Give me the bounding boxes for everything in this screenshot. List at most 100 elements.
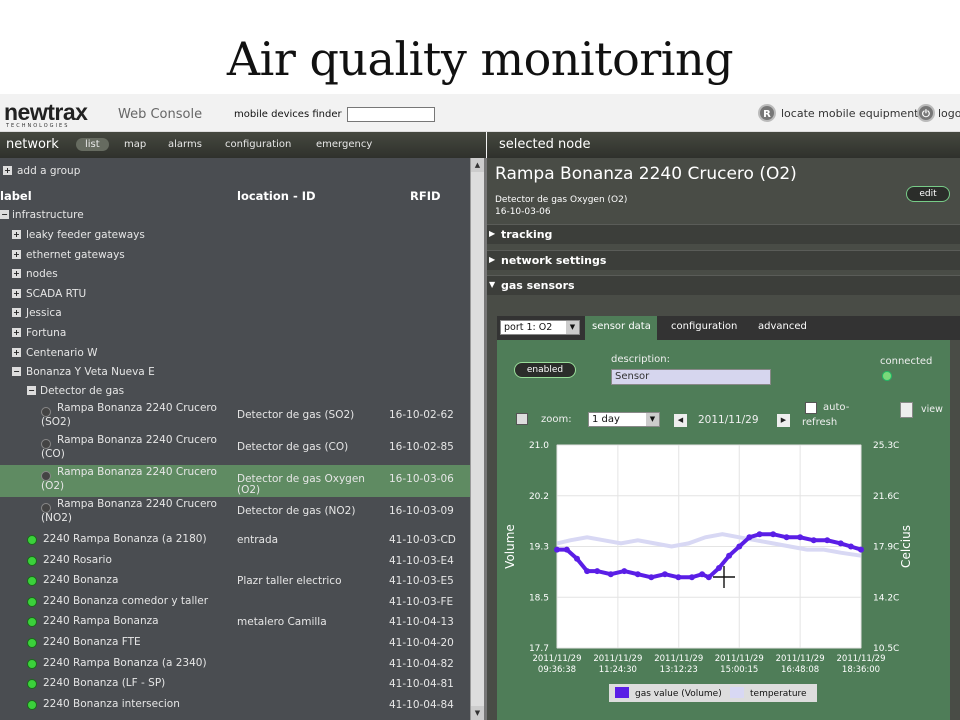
logo-text: newtrax [4,99,88,125]
data-point [746,534,753,541]
tab-configuration[interactable]: configuration [225,139,291,150]
row-rfid: 16-10-03-06 [389,473,454,485]
description-input[interactable]: Sensor [611,369,771,385]
sensor-chart[interactable]: 21.0 25.3C 20.2 21.6C 19.3 17.9C 18.5 14.2C 17.7… [497,435,950,720]
add-group-row[interactable]: + add a group [0,162,470,182]
table-row[interactable]: 2240 Rampa Bonanza (a 2180) entrada 41-1… [0,530,470,550]
expand-icon[interactable]: + [12,230,21,239]
description-label: description: [611,354,670,365]
section-tracking[interactable]: ▶ tracking [487,224,960,244]
tree-item-infrastructure[interactable]: − infrastructure [0,206,470,226]
data-point [584,568,591,575]
table-row[interactable]: 2240 Rampa Bonanza (a 2340) 41-10-04-82 [0,654,470,674]
data-point [607,571,614,578]
collapse-icon: ▼ [489,280,496,289]
data-point [770,531,777,538]
network-tree: + add a group label location - ID RFID −… [0,158,470,720]
tab-advanced[interactable]: advanced [758,321,807,332]
zoom-select[interactable]: 1 day ▼ [588,412,660,427]
tree-item-group[interactable]: + Jessica [0,304,470,324]
logout-link[interactable]: logo [938,107,960,120]
port-select[interactable]: port 1: O2 ▼ [500,320,580,335]
y-tick-label: 21.0 [529,441,549,451]
locate-icon[interactable]: R [758,104,776,122]
edit-button[interactable]: edit [906,186,950,202]
table-row[interactable]: 2240 Bonanza FTE 41-10-04-20 [0,633,470,653]
node-status-icon [27,576,37,587]
tree-item-group[interactable]: + leaky feeder gateways [0,226,470,246]
tree-item-group[interactable]: + SCADA RTU [0,285,470,305]
section-network-settings[interactable]: ▶ network settings [487,250,960,270]
section-gas-sensors[interactable]: ▼ gas sensors [487,275,960,295]
data-point [726,552,733,559]
tab-sensor-configuration[interactable]: configuration [671,321,737,332]
legend-swatch-temperature [730,687,744,698]
tree-item-group[interactable]: + Fortuna [0,324,470,344]
row-location: Detector de gas (NO2) [237,505,356,517]
table-row[interactable]: 2240 Rampa Bonanza metalero Camilla 41-1… [0,612,470,632]
mobile-devices-finder-input[interactable] [347,107,435,122]
tree-label: Fortuna [26,327,67,339]
prev-day-icon[interactable]: ◀ [674,414,687,427]
table-row[interactable]: Rampa Bonanza 2240 Crucero (O2) Detector… [0,465,470,497]
collapse-icon[interactable]: − [12,367,21,377]
row-location: Detector de gas (SO2) [237,409,355,421]
table-row[interactable]: Rampa Bonanza 2240 Crucero (NO2) Detecto… [0,497,470,529]
data-point [705,574,712,581]
x-tick-date: 2011/11/29 [654,654,703,664]
row-rfid: 16-10-02-62 [389,409,454,421]
tree-item-group[interactable]: + nodes [0,265,470,285]
view-link[interactable]: view [921,404,943,415]
tree-item-group[interactable]: + Centenario W [0,344,470,364]
tab-emergency[interactable]: emergency [316,139,372,150]
table-row[interactable]: 2240 Rosario 41-10-03-E4 [0,551,470,571]
document-icon[interactable] [900,402,913,418]
expand-icon[interactable]: + [12,308,21,318]
newtrax-logo: newtrax [4,99,88,126]
data-point [797,534,804,541]
tree-item-group[interactable]: − Bonanza Y Veta Nueva E [0,363,470,383]
tree-item-group[interactable]: + ethernet gateways [0,246,470,266]
y2-tick-label: 10.5C [873,644,899,654]
tab-map[interactable]: map [124,139,146,150]
data-point [621,568,628,575]
tab-alarms[interactable]: alarms [168,139,202,150]
section-label: tracking [501,228,553,241]
expand-icon[interactable]: + [12,249,21,259]
expand-icon[interactable]: + [12,288,21,298]
auto-refresh-checkbox[interactable] [805,402,817,414]
node-status-icon [27,699,37,710]
row-rfid: 41-10-04-84 [389,698,454,711]
next-day-icon[interactable]: ▶ [777,414,790,427]
row-label: 2240 Rampa Bonanza (a 2340) [43,656,207,669]
expand-icon[interactable]: + [12,328,21,337]
logout-icon[interactable]: ⏻ [917,104,935,122]
x-tick-time: 09:36:38 [538,665,576,675]
table-row[interactable]: Rampa Bonanza 2240 Crucero (SO2) Detecto… [0,401,470,433]
expand-icon[interactable]: + [12,269,21,279]
node-title: Rampa Bonanza 2240 Crucero (O2) [495,164,797,184]
table-row[interactable]: 2240 Bonanza intersecion 41-10-04-84 [0,695,470,715]
network-nav-bar: network list map alarms configuration em… [0,132,486,158]
data-point [858,546,864,553]
table-row[interactable]: Rampa Bonanza 2240 Crucero (CO) Detector… [0,433,470,465]
scroll-down-icon[interactable]: ▼ [471,706,484,720]
scroll-up-icon[interactable]: ▲ [471,158,484,172]
tab-list[interactable]: list [76,138,109,151]
table-row[interactable]: 2240 Bonanza (LF - SP) 41-10-04-81 [0,674,470,694]
enabled-button[interactable]: enabled [514,362,576,378]
tree-scrollbar[interactable]: ▲ ▼ [470,158,484,720]
collapse-icon[interactable]: − [0,210,9,219]
tab-sensor-data[interactable]: sensor data [585,316,657,340]
collapse-icon[interactable]: − [27,386,36,395]
locate-mobile-equipment-link[interactable]: locate mobile equipment [781,107,918,120]
calendar-icon[interactable] [516,413,528,425]
table-row[interactable]: 2240 Bonanza comedor y taller 41-10-03-F… [0,592,470,612]
tree-item-detector-de-gas[interactable]: − Detector de gas [0,382,470,402]
table-row[interactable]: 2240 Bonanza Plazr taller electrico 41-1… [0,571,470,591]
data-point [563,546,570,553]
data-point [736,543,743,550]
expand-icon[interactable]: + [12,347,21,357]
row-label: 2240 Rampa Bonanza [43,615,159,628]
connection-status-icon [882,371,892,381]
